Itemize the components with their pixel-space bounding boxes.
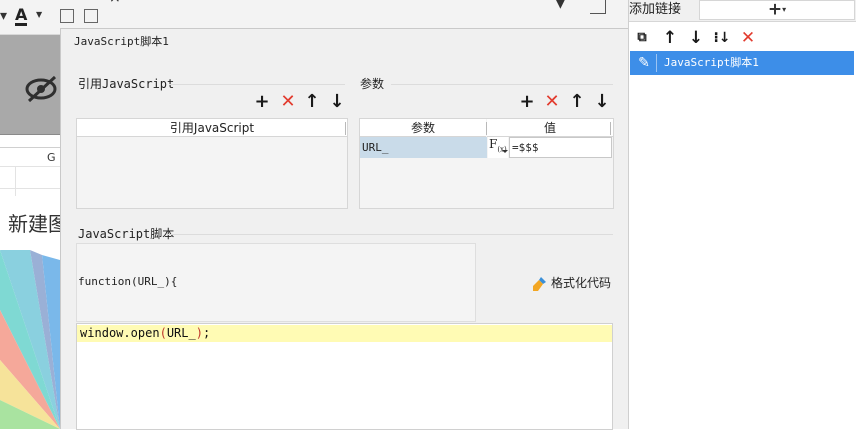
brush-icon bbox=[533, 276, 546, 291]
border-icon[interactable] bbox=[60, 9, 74, 23]
move-down-icon[interactable]: ↓ bbox=[591, 91, 613, 113]
function-signature: function(URL_){ bbox=[78, 275, 178, 288]
column-header: 引用JavaScript bbox=[77, 119, 347, 137]
close-icon[interactable]: × bbox=[109, 0, 121, 6]
move-up-icon[interactable]: ↑ bbox=[301, 91, 323, 113]
format-code-label: 格式化代码 bbox=[551, 276, 612, 290]
move-down-icon[interactable]: ↓ bbox=[685, 26, 707, 50]
grid-line bbox=[0, 166, 60, 167]
copy-icon[interactable]: ⧉ bbox=[631, 26, 653, 50]
grid-layout-icon[interactable] bbox=[590, 0, 606, 14]
delete-icon[interactable]: ✕ bbox=[541, 91, 563, 113]
javascript-dialog: JavaScript脚本1 引用JavaScript + ✕ ↑ ↓ 引用Jav… bbox=[60, 28, 628, 430]
move-up-icon[interactable]: ↑ bbox=[659, 26, 681, 50]
add-icon[interactable]: + bbox=[516, 91, 538, 113]
function-header-box: function(URL_){ bbox=[76, 243, 476, 322]
sort-icon[interactable]: ⁝↓ bbox=[711, 26, 733, 50]
params-table: 参数 值 URL_ F(x) =$$$ bbox=[359, 118, 614, 209]
script-section-label: JavaScript脚本 bbox=[78, 227, 175, 241]
chevron-down-icon[interactable]: ▾ bbox=[0, 8, 7, 24]
divider bbox=[345, 122, 346, 135]
pie-chart-preview bbox=[0, 250, 60, 429]
link-toolbar: ⧉ ↑ ↓ ⁝↓ ✕ bbox=[629, 26, 856, 50]
chevron-down-icon[interactable] bbox=[502, 150, 508, 153]
widget-preview bbox=[0, 35, 60, 135]
link-item-label: JavaScript脚本1 bbox=[664, 56, 759, 69]
pencil-icon: ✎ bbox=[638, 55, 650, 71]
chevron-down-icon[interactable]: ▼ bbox=[36, 10, 42, 19]
move-down-icon[interactable]: ↓ bbox=[326, 91, 348, 113]
column-header-value: 值 bbox=[487, 119, 613, 137]
formula-button[interactable]: F(x) bbox=[488, 137, 508, 158]
ref-section-label: 引用JavaScript bbox=[78, 77, 175, 91]
delete-icon[interactable]: ✕ bbox=[737, 26, 759, 50]
code-line: window.open(URL_); bbox=[80, 326, 211, 340]
hyperlink-panel: 添加链接 +▾ ⧉ ↑ ↓ ⁝↓ ✕ ✎ JavaScript脚本1 bbox=[628, 0, 856, 429]
grid-line bbox=[15, 166, 16, 196]
chart-title: 新建图 bbox=[8, 212, 60, 236]
ref-script-table: 引用JavaScript bbox=[76, 118, 348, 209]
format-code-button[interactable]: 格式化代码 bbox=[532, 273, 611, 293]
column-header: G bbox=[47, 151, 56, 164]
param-value-cell[interactable]: =$$$ bbox=[509, 137, 612, 158]
panel-header: 添加链接 +▾ bbox=[629, 0, 856, 22]
params-section-label: 参数 bbox=[360, 77, 385, 91]
divider bbox=[391, 84, 613, 85]
font-color-button[interactable]: A bbox=[15, 7, 28, 26]
move-up-icon[interactable]: ↑ bbox=[566, 91, 588, 113]
merge-cells-icon[interactable] bbox=[84, 9, 98, 23]
param-name-cell[interactable]: URL_ bbox=[360, 137, 487, 158]
eye-slash-icon bbox=[25, 75, 57, 103]
add-icon[interactable]: + bbox=[251, 91, 273, 113]
dialog-title: JavaScript脚本1 bbox=[74, 35, 169, 48]
plus-icon: + bbox=[767, 0, 783, 20]
panel-title: 添加链接 bbox=[629, 2, 682, 17]
divider bbox=[167, 234, 613, 235]
delete-icon[interactable]: ✕ bbox=[277, 91, 299, 113]
column-header-param: 参数 bbox=[360, 119, 486, 137]
link-list-item[interactable]: ✎ JavaScript脚本1 bbox=[630, 51, 854, 75]
dropdown-arrow-icon[interactable]: ▼ bbox=[555, 0, 566, 11]
divider bbox=[169, 84, 345, 85]
grid-line bbox=[0, 188, 60, 189]
code-editor[interactable]: window.open(URL_); bbox=[76, 323, 613, 430]
divider bbox=[656, 54, 657, 72]
chevron-down-icon: ▾ bbox=[782, 5, 787, 14]
grid-line bbox=[0, 147, 60, 148]
formula-icon: F(x) bbox=[489, 137, 507, 154]
divider bbox=[610, 122, 611, 135]
add-link-button[interactable]: +▾ bbox=[699, 0, 855, 20]
